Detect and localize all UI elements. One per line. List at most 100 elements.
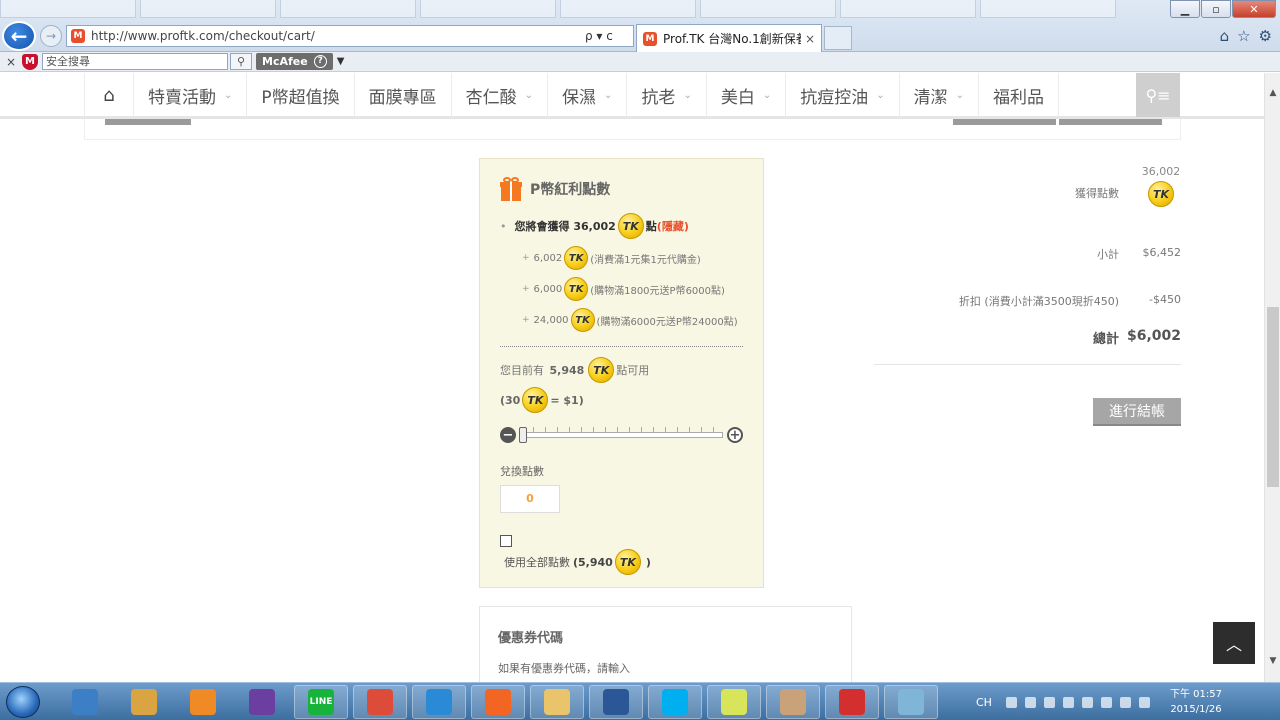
address-bar[interactable]: M http://www.proftk.com/checkout/cart/ ρ…	[66, 25, 634, 47]
ime-icon[interactable]	[1005, 696, 1017, 708]
nav-item[interactable]: 抗老 ⌄	[627, 73, 707, 117]
breakdown-item: +24,000 TK (購物滿6000元送P幣24000點)	[500, 308, 743, 332]
clock-date: 2015/1/26	[1170, 704, 1222, 715]
chevron-down-icon: ⌄	[955, 89, 964, 101]
new-tab-button[interactable]	[824, 26, 852, 50]
mcafee-button[interactable]: McAfee ?	[256, 53, 333, 70]
earn-breakdown: +6,002 TK (消費滿1元集1元代購金) +6,000 TK (購物滿1800元送P…	[500, 246, 743, 332]
points-slider[interactable]: − +	[500, 425, 743, 445]
taskbar-file-manager[interactable]	[530, 685, 584, 719]
language-indicator[interactable]: CH	[976, 696, 992, 709]
scroll-up-icon[interactable]: ▲	[1265, 85, 1280, 101]
taskbar-paint-tool[interactable]	[117, 685, 171, 719]
plus-icon[interactable]: +	[727, 427, 743, 443]
tab-close-icon[interactable]: ×	[805, 32, 815, 46]
site-search-button[interactable]: ⚲≡	[1136, 73, 1180, 117]
nav-item[interactable]: 杏仁酸 ⌄	[452, 73, 549, 117]
nav-item[interactable]: 保濕 ⌄	[548, 73, 628, 117]
action-center-icon[interactable]	[1138, 696, 1150, 708]
taskbar-internet-explorer[interactable]	[412, 685, 466, 719]
start-button[interactable]	[6, 686, 40, 718]
dropdown-caret-icon[interactable]: ▼	[337, 56, 345, 67]
maximize-button[interactable]: ▫	[1201, 0, 1231, 18]
update-cart-button[interactable]	[1059, 119, 1162, 125]
breakdown-item: +6,002 TK (消費滿1元集1元代購金)	[500, 246, 743, 270]
nav-item[interactable]: 福利品	[979, 73, 1059, 117]
keyboard-icon[interactable]	[1024, 696, 1036, 708]
taskbar-paint[interactable]	[766, 685, 820, 719]
volume-icon[interactable]	[1081, 696, 1093, 708]
taskbar-acrobat[interactable]	[825, 685, 879, 719]
subtotal-value: $6,452	[1142, 246, 1182, 259]
use-all-checkbox[interactable]	[500, 535, 512, 547]
reward-points-title: P幣紅利點數	[500, 177, 743, 201]
tray-icons	[1005, 696, 1150, 708]
nav-item[interactable]: 抗痘控油 ⌄	[786, 73, 900, 117]
earned-label: 獲得點數	[1075, 187, 1119, 200]
toolbar-close-icon[interactable]: ×	[0, 55, 22, 69]
slider-track[interactable]	[519, 427, 723, 443]
slider-handle[interactable]	[519, 427, 527, 443]
help-icon[interactable]: ?	[313, 55, 327, 68]
minus-icon[interactable]: −	[500, 427, 516, 443]
back-button[interactable]: ←	[2, 21, 36, 51]
tk-coin-icon: TK	[617, 213, 644, 239]
continue-shopping-button[interactable]	[105, 119, 191, 125]
forward-button[interactable]: →	[40, 25, 62, 47]
clear-cart-button[interactable]	[953, 119, 1056, 125]
help-icon[interactable]	[1043, 696, 1055, 708]
site-navigation: ⌂ 特賣活動 ⌄ P幣超值換 面膜專區 杏仁酸 ⌄ 保濕 ⌄ 抗老 ⌄ 美白 ⌄ 抗痘控油 ⌄ 清潔 ⌄ 福利品…	[0, 73, 1264, 119]
taskbar-line[interactable]: LINE	[294, 685, 348, 719]
taskbar-sublime[interactable]	[471, 685, 525, 719]
taskbar-app[interactable]	[884, 685, 938, 719]
hide-breakdown-link[interactable]: 隱藏	[662, 218, 684, 234]
nav-item[interactable]: 特賣活動 ⌄	[134, 73, 248, 117]
scrollbar-thumb[interactable]	[1267, 307, 1279, 487]
taskbar-skype[interactable]	[648, 685, 702, 719]
close-window-button[interactable]: ✕	[1232, 0, 1276, 18]
taskbar-sticky-notes[interactable]	[707, 685, 761, 719]
tk-coin-icon: TK	[522, 387, 549, 413]
redeem-points-input[interactable]: 0	[500, 485, 560, 513]
active-tab[interactable]: M Prof.TK 台灣No.1創新保養... ×	[636, 24, 822, 52]
arrow-right-icon: →	[45, 29, 57, 43]
points-title-text: P幣紅利點數	[530, 182, 611, 198]
star-icon[interactable]: ☆	[1237, 27, 1250, 45]
summary-divider	[874, 364, 1181, 365]
nav-item[interactable]: P幣超值換	[247, 73, 355, 117]
signal-icon[interactable]	[1100, 696, 1112, 708]
checkout-button[interactable]: 進行結帳	[1093, 398, 1181, 426]
chevron-down-icon: ⌄	[683, 89, 692, 101]
nav-item-label: 清潔	[913, 87, 948, 108]
system-clock[interactable]: 下午 01:57 2015/1/26	[1170, 687, 1222, 717]
total-label: 總計	[1092, 332, 1119, 347]
nav-item[interactable]: 清潔 ⌄	[900, 73, 979, 117]
home-icon[interactable]: ⌂	[1220, 27, 1230, 45]
media-player-icon	[190, 689, 216, 715]
safe-search-input[interactable]: 安全搜尋	[42, 53, 228, 70]
nav-item-label: 福利品	[993, 87, 1044, 108]
nav-home[interactable]: ⌂	[84, 73, 134, 117]
taskbar-explorer[interactable]	[58, 685, 112, 719]
page-scrollbar[interactable]: ▲ ▼	[1264, 73, 1280, 683]
gear-icon[interactable]: ⚙	[1259, 27, 1272, 45]
address-url[interactable]: http://www.proftk.com/checkout/cart/	[91, 29, 585, 43]
flag-icon[interactable]	[1119, 696, 1131, 708]
background-windows	[0, 0, 1180, 20]
back-to-top-button[interactable]: ︿	[1213, 622, 1255, 664]
breakdown-amount: 6,002	[533, 252, 563, 264]
taskbar-media-player[interactable]	[176, 685, 230, 719]
scroll-down-icon[interactable]: ▼	[1265, 653, 1280, 669]
taskbar-visual-studio[interactable]	[235, 685, 289, 719]
safe-search-button[interactable]: ⚲	[230, 53, 252, 70]
nav-item[interactable]: 美白 ⌄	[707, 73, 787, 117]
nav-item[interactable]: 面膜專區	[355, 73, 452, 117]
mcafee-shield-icon: M	[22, 53, 38, 70]
breakdown-amount: 24,000	[533, 314, 569, 326]
minimize-button[interactable]: ▁	[1170, 0, 1200, 18]
address-controls[interactable]: ρ ▾ c	[585, 29, 633, 43]
network-icon[interactable]	[1062, 696, 1074, 708]
taskbar-word[interactable]	[589, 685, 643, 719]
use-all-amount: (5,940	[573, 555, 613, 569]
taskbar-chrome[interactable]	[353, 685, 407, 719]
